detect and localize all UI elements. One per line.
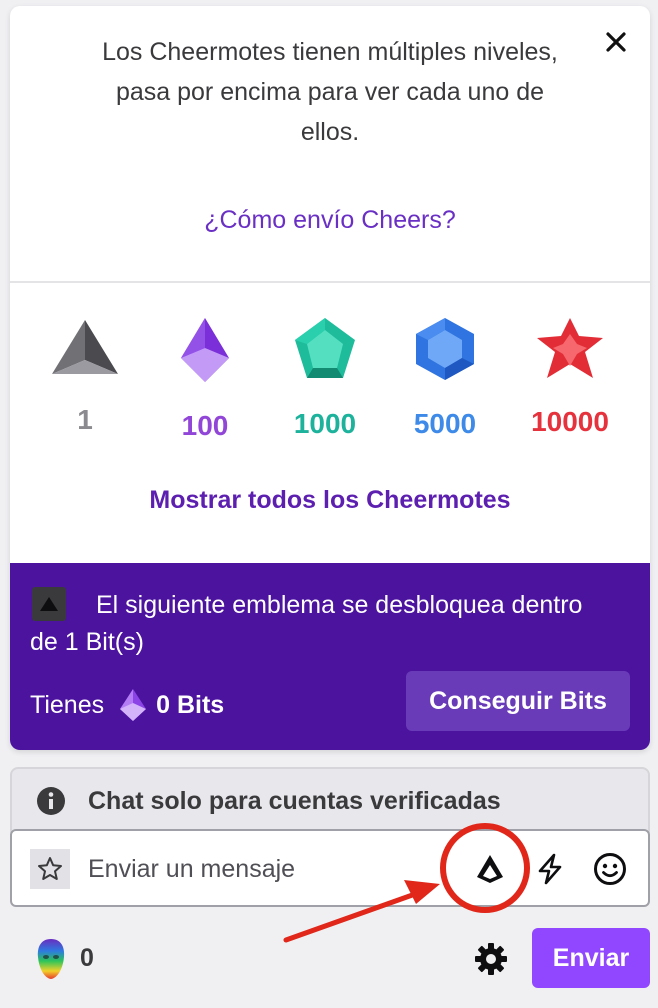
tier-amount: 100 (181, 410, 229, 441)
cheer-bits-button[interactable] (468, 847, 512, 891)
tier-amount: 10000 (531, 406, 609, 437)
cheer-tiers: 1 100 1000 5000 10000 (10, 316, 650, 456)
info-icon (37, 787, 65, 815)
verified-only-notice: Chat solo para cuentas verificadas (10, 767, 650, 833)
close-icon (606, 32, 626, 52)
tier-10000[interactable]: 10000 (510, 316, 630, 438)
power-ups-button[interactable] (528, 847, 572, 891)
how-to-cheer-link[interactable]: ¿Cómo envío Cheers? (10, 206, 650, 235)
tier-1[interactable]: 1 (25, 316, 145, 436)
chat-footer: 0 Enviar (0, 926, 658, 992)
star-icon (38, 857, 62, 880)
bits-gem-icon (120, 689, 147, 721)
close-button[interactable] (602, 28, 630, 56)
chat-settings-button[interactable] (472, 940, 510, 978)
smiley-icon (594, 853, 626, 885)
next-badge-message: El siguiente emblema se desbloquea dentr… (30, 591, 583, 656)
channel-points-count: 0 (80, 944, 94, 972)
cheer-info-popover: Los Cheermotes tienen múltiples niveles,… (10, 6, 650, 750)
emote-picker-button[interactable] (588, 847, 632, 891)
gear-icon (475, 943, 507, 975)
tier-amount: 5000 (413, 408, 477, 439)
get-bits-button[interactable]: Conseguir Bits (406, 671, 630, 731)
divider (10, 281, 650, 283)
cheermote-info-text: Los Cheermotes tienen múltiples niveles,… (102, 38, 558, 146)
bits-icon (477, 855, 503, 883)
gray-triangle-cheer-icon (52, 320, 118, 374)
bits-balance: Tienes 0 Bits (30, 685, 224, 725)
channel-points-avatar-icon (37, 939, 65, 979)
red-star-cheer-icon (537, 318, 603, 378)
bits-amount: 0 Bits (156, 690, 225, 719)
teal-gem-cheer-icon (295, 318, 355, 378)
send-button[interactable]: Enviar (532, 928, 650, 988)
tier-100[interactable]: 100 (145, 316, 265, 442)
show-all-cheermotes-link[interactable]: Mostrar todos los Cheermotes (10, 486, 650, 515)
chat-message-input[interactable] (88, 843, 428, 895)
chat-input-box (10, 829, 650, 907)
purple-gem-cheer-icon (181, 318, 229, 382)
have-label: Tienes (30, 690, 105, 719)
verified-notice-text: Chat solo para cuentas verificadas (88, 786, 501, 815)
tier-amount: 1000 (293, 408, 357, 439)
tier-5000[interactable]: 5000 (385, 316, 505, 440)
tier-1000[interactable]: 1000 (265, 316, 385, 440)
blue-gem-cheer-icon (416, 318, 474, 380)
channel-points-button[interactable] (30, 849, 70, 889)
tier-amount: 1 (77, 404, 93, 435)
badge-progress-panel: El siguiente emblema se desbloquea dentr… (10, 563, 650, 750)
lightning-icon (538, 853, 562, 885)
